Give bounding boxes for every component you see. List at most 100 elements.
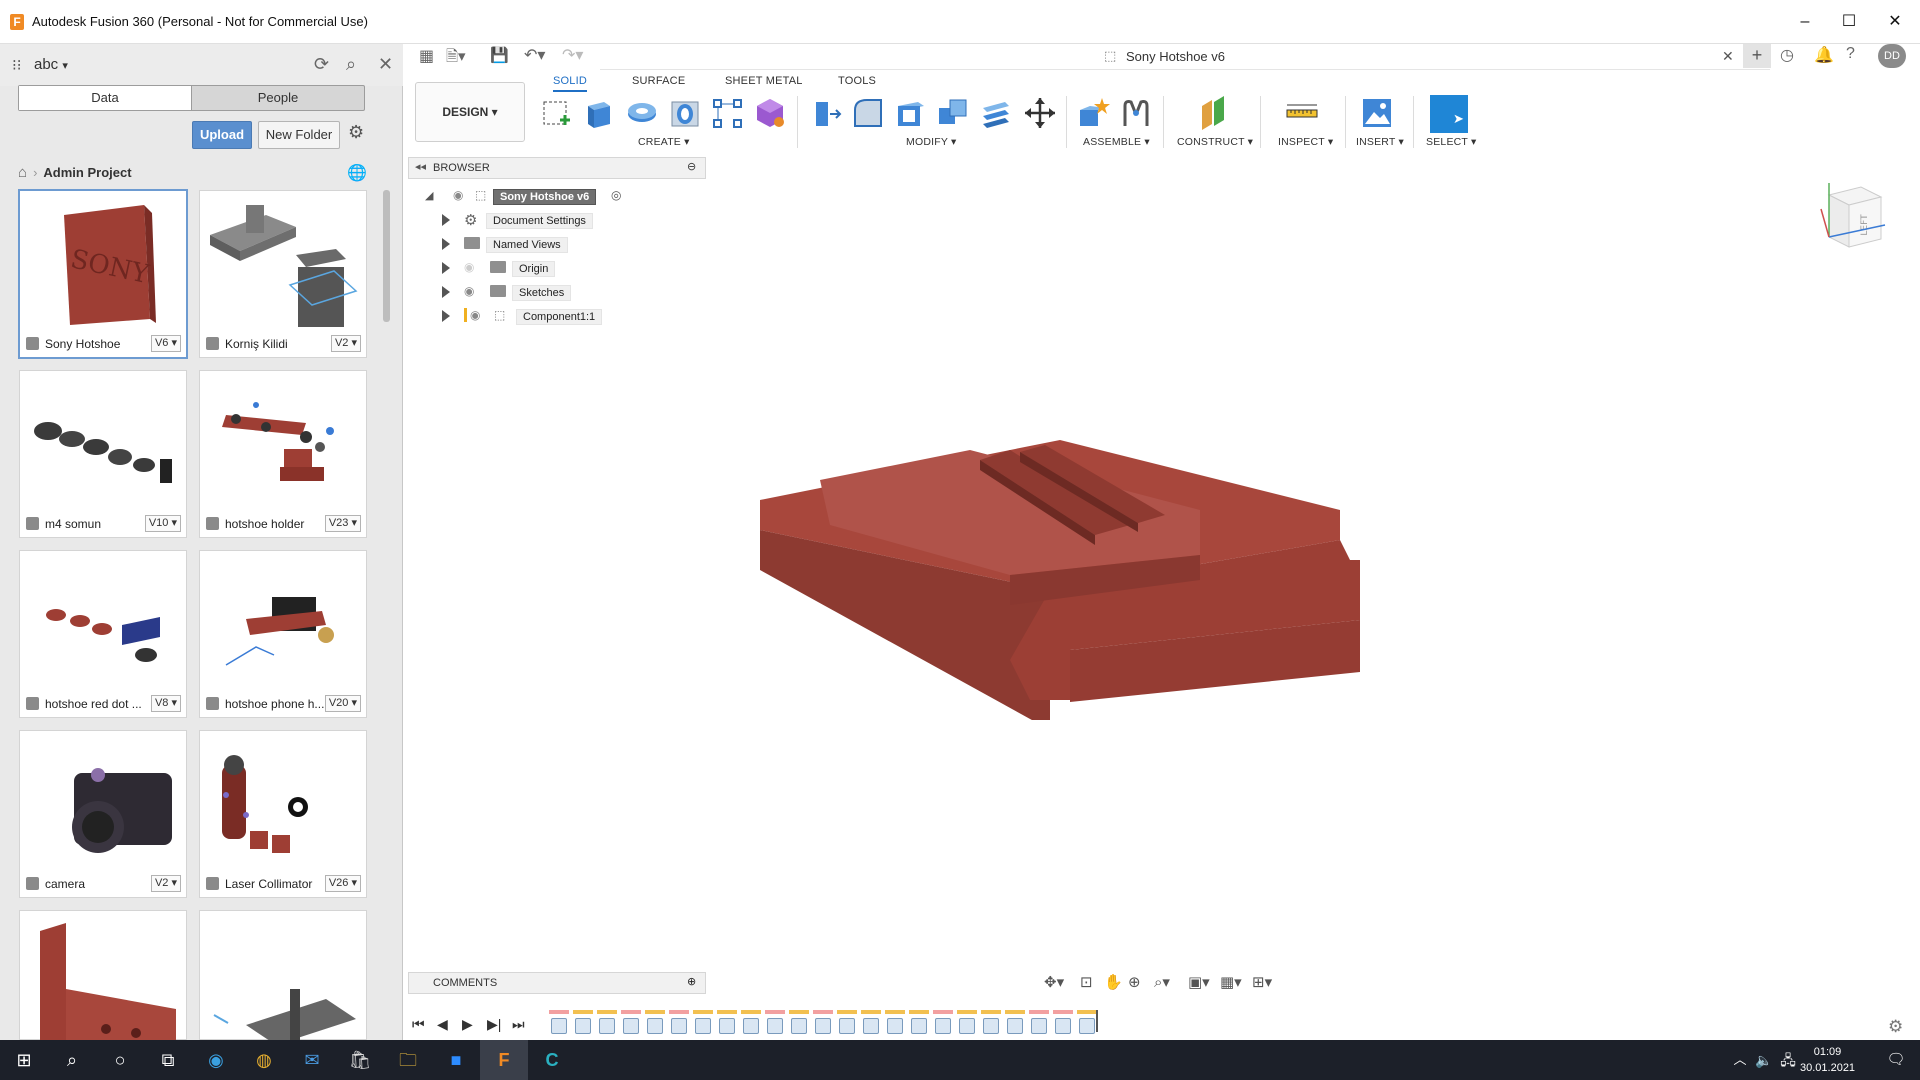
file-explorer-icon[interactable]: 🗀 [384, 1040, 432, 1080]
zoom-icon[interactable]: ⊕ [1128, 973, 1141, 991]
timeline-feature[interactable] [551, 1018, 567, 1034]
look-at-icon[interactable]: ⊡ [1080, 973, 1093, 991]
redo-icon[interactable]: ↷▾ [562, 45, 583, 65]
expand-triangle-icon[interactable] [442, 310, 450, 322]
timeline-feature[interactable] [959, 1018, 975, 1034]
timeline-feature[interactable] [863, 1018, 879, 1034]
chrome-icon[interactable]: ◍ [240, 1040, 288, 1080]
save-icon[interactable]: 💾 [490, 46, 509, 64]
hub-selector[interactable]: abc ▾ [34, 56, 68, 73]
gear-icon[interactable]: ⚙ [348, 122, 364, 143]
timeline-feature[interactable] [1055, 1018, 1071, 1034]
form-icon[interactable] [753, 96, 787, 130]
insert-menu[interactable]: INSERT ▾ [1356, 136, 1404, 148]
file-tile[interactable]: Laser Collimator V26 ▾ [199, 730, 367, 898]
timeline-feature[interactable] [671, 1018, 687, 1034]
joint-icon[interactable] [1119, 96, 1153, 130]
tab-tools[interactable]: TOOLS [838, 75, 876, 87]
breadcrumb-project[interactable]: Admin Project [43, 165, 131, 180]
timeline-feature[interactable] [575, 1018, 591, 1034]
timeline-feature[interactable] [647, 1018, 663, 1034]
file-tile[interactable]: hotshoe holder V23 ▾ [199, 370, 367, 538]
measure-icon[interactable] [1285, 96, 1319, 130]
pattern-icon[interactable] [710, 96, 744, 130]
cortana-icon[interactable]: ○ [96, 1040, 144, 1080]
browser-item[interactable]: ◉ ⬚ Component1:1 [442, 306, 662, 326]
press-pull-icon[interactable] [808, 96, 842, 130]
job-status-icon[interactable]: ◷ [1780, 45, 1794, 65]
timeline-feature[interactable] [911, 1018, 927, 1034]
inspect-menu[interactable]: INSPECT ▾ [1278, 136, 1333, 148]
collapse-triangle-icon[interactable]: ◢ [425, 189, 433, 202]
go-to-end-icon[interactable]: ⏭ [512, 1016, 525, 1033]
task-view-icon[interactable]: ⧉ [144, 1040, 192, 1080]
eye-icon[interactable]: ◉ [453, 188, 463, 202]
assemble-menu[interactable]: ASSEMBLE ▾ [1083, 136, 1150, 148]
file-tile[interactable] [19, 910, 187, 1045]
version-dropdown[interactable]: V2 ▾ [150, 875, 181, 892]
file-tile[interactable]: SONY Sony Hotshoe V6 ▾ [18, 189, 188, 359]
expand-triangle-icon[interactable] [442, 286, 450, 298]
help-icon[interactable]: ? [1846, 45, 1855, 63]
comments-panel[interactable]: COMMENTS ⊕ [408, 972, 706, 994]
maximize-button[interactable]: ☐ [1826, 8, 1872, 36]
version-dropdown[interactable]: V26 ▾ [324, 875, 361, 892]
pan-icon[interactable]: ✋ [1104, 973, 1123, 991]
fit-icon[interactable]: ⌕▾ [1154, 973, 1170, 991]
timeline-feature[interactable] [767, 1018, 783, 1034]
search-icon[interactable]: ⌕ [48, 1040, 96, 1080]
expand-triangle-icon[interactable] [442, 238, 450, 250]
fusion-taskbar-icon[interactable]: F [480, 1040, 528, 1080]
timeline-feature[interactable] [743, 1018, 759, 1034]
version-dropdown[interactable]: V23 ▾ [324, 515, 361, 532]
new-component-icon[interactable] [1076, 96, 1110, 130]
minimize-panel-icon[interactable]: ⊖ [687, 160, 696, 173]
timeline-feature[interactable] [791, 1018, 807, 1034]
version-dropdown[interactable]: V2 ▾ [330, 335, 361, 352]
browser-item[interactable]: ◉ Origin [442, 258, 642, 278]
timeline-feature[interactable] [839, 1018, 855, 1034]
timeline-settings-icon[interactable]: ⚙ [1888, 1017, 1903, 1037]
file-tile[interactable]: Korniş Kilidi V2 ▾ [199, 190, 367, 358]
close-window-button[interactable]: ✕ [1872, 8, 1918, 36]
timeline-feature[interactable] [695, 1018, 711, 1034]
timeline-marker[interactable] [1096, 1010, 1098, 1032]
modify-menu[interactable]: MODIFY ▾ [906, 136, 956, 148]
upload-button[interactable]: Upload [192, 121, 252, 149]
file-tile[interactable]: m4 somun V10 ▾ [19, 370, 187, 538]
eye-icon[interactable]: ◉ [464, 284, 474, 298]
file-tile[interactable]: camera V2 ▾ [19, 730, 187, 898]
go-to-start-icon[interactable]: ⏮ [412, 1016, 425, 1033]
timeline-feature[interactable] [1007, 1018, 1023, 1034]
create-menu[interactable]: CREATE ▾ [638, 136, 690, 148]
offset-face-icon[interactable] [979, 96, 1013, 130]
system-clock[interactable]: 01:09 30.01.2021 [1800, 1044, 1855, 1076]
close-panel-icon[interactable]: ✕ [378, 54, 393, 75]
refresh-icon[interactable]: ⟳ [314, 54, 329, 75]
timeline-feature[interactable] [983, 1018, 999, 1034]
timeline-feature[interactable] [815, 1018, 831, 1034]
play-icon[interactable]: ▶ [462, 1016, 473, 1033]
offset-plane-icon[interactable] [1196, 96, 1230, 130]
file-tile[interactable]: hotshoe red dot ... V8 ▾ [19, 550, 187, 718]
timeline-feature[interactable] [1079, 1018, 1095, 1034]
grid-apps-icon[interactable]: ⁝⁝ [12, 56, 22, 74]
mail-icon[interactable]: ✉ [288, 1040, 336, 1080]
activate-icon[interactable]: ◎ [611, 188, 621, 202]
combine-icon[interactable] [936, 96, 970, 130]
expand-triangle-icon[interactable] [442, 214, 450, 226]
insert-image-icon[interactable] [1360, 96, 1394, 130]
eye-icon[interactable]: ◉ [470, 308, 480, 322]
timeline-feature[interactable] [1031, 1018, 1047, 1034]
cura-icon[interactable]: C [528, 1040, 576, 1080]
browser-item[interactable]: ◉ Sketches [442, 282, 642, 302]
step-forward-icon[interactable]: ▶| [487, 1016, 501, 1033]
browser-root[interactable]: ◢ ◉ ⬚ Sony Hotshoe v6 ◎ [425, 186, 645, 206]
timeline-feature[interactable] [623, 1018, 639, 1034]
file-tile[interactable]: hotshoe phone h... V20 ▾ [199, 550, 367, 718]
timeline-feature[interactable] [935, 1018, 951, 1034]
avatar[interactable]: DD [1878, 44, 1906, 68]
minimize-button[interactable]: – [1782, 8, 1828, 36]
shell-icon[interactable] [894, 96, 928, 130]
move-icon[interactable] [1023, 96, 1057, 130]
